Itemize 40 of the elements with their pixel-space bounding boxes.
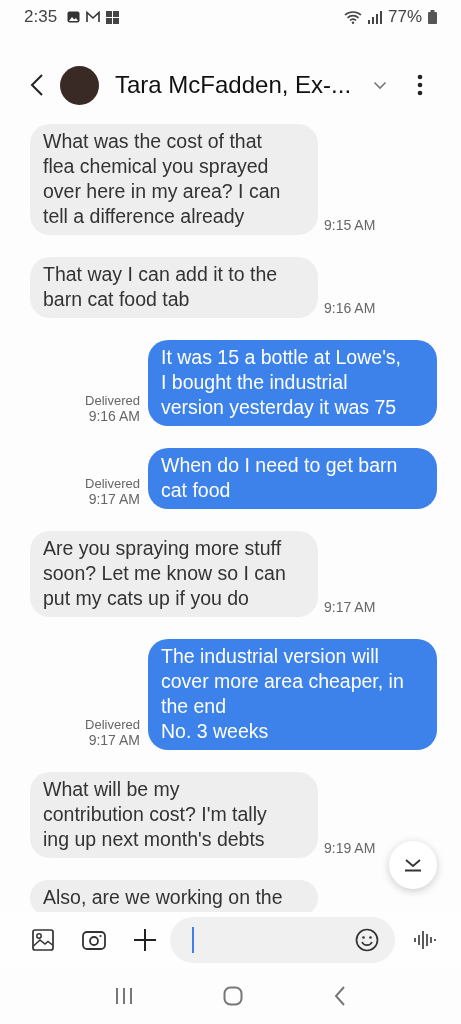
app-notification-icon [106, 10, 120, 24]
plus-icon[interactable] [134, 929, 156, 951]
wifi-icon [343, 10, 362, 24]
message-time: 9:15 AM [324, 217, 376, 233]
sent-message-bubble[interactable]: When do I need to get barn cat food [148, 448, 437, 509]
battery-icon [428, 10, 437, 24]
status-time: 2:35 [24, 7, 58, 27]
received-message-bubble[interactable]: What will be my contribution cost? I'm tally ing up next month's debts [30, 772, 318, 858]
avatar[interactable] [60, 65, 99, 105]
received-message-bubble[interactable]: What was the cost of that flea chemical you sprayed over here in my area? I can tell a difference already [30, 124, 318, 235]
battery-percentage: 77% [387, 7, 422, 27]
gallery-notification-icon [67, 11, 81, 23]
message-time: 9:16 AM [88, 408, 140, 424]
back-icon[interactable] [30, 73, 44, 97]
sent-message-bubble[interactable]: The industrial version will cover more area cheaper, in the end No. 3 weeks [148, 639, 437, 750]
delivery-status: Delivered [85, 393, 140, 408]
chevron-down-icon[interactable] [373, 80, 388, 90]
more-options-icon[interactable] [417, 74, 424, 96]
delivery-status: Delivered [85, 717, 140, 732]
message-time: 9:17 AM [88, 732, 140, 748]
received-message-bubble[interactable]: Are you spraying more stuff soon? Let me know so I can put my cats up if you do [30, 531, 318, 617]
received-message-bubble[interactable]: Also, are we working on the [30, 880, 318, 912]
camera-icon[interactable] [82, 930, 106, 950]
signal-icon [367, 10, 382, 24]
gallery-icon[interactable] [32, 929, 54, 951]
delivery-status: Delivered [85, 476, 140, 491]
voice-input-icon[interactable] [413, 930, 437, 950]
received-message-bubble[interactable]: That way I can add it to the barn cat food tab [30, 257, 318, 318]
message-input-field[interactable] [170, 917, 395, 963]
contact-name[interactable]: Tara McFadden, Ex-... [115, 71, 352, 99]
mail-notification-icon [86, 11, 101, 23]
arrow-down-icon[interactable] [403, 858, 423, 872]
message-time: 9:16 AM [324, 300, 376, 316]
emoji-icon[interactable] [355, 928, 379, 952]
message-time: 9:19 AM [324, 840, 376, 856]
home-icon[interactable] [223, 986, 244, 1006]
message-time: 9:17 AM [88, 491, 140, 507]
sent-message-bubble[interactable]: It was 15 a bottle at Lowe's, I bought the industrial version yesterday it was 75 [148, 340, 437, 426]
message-time: 9:17 AM [324, 599, 376, 615]
recent-apps-icon[interactable] [115, 987, 134, 1005]
